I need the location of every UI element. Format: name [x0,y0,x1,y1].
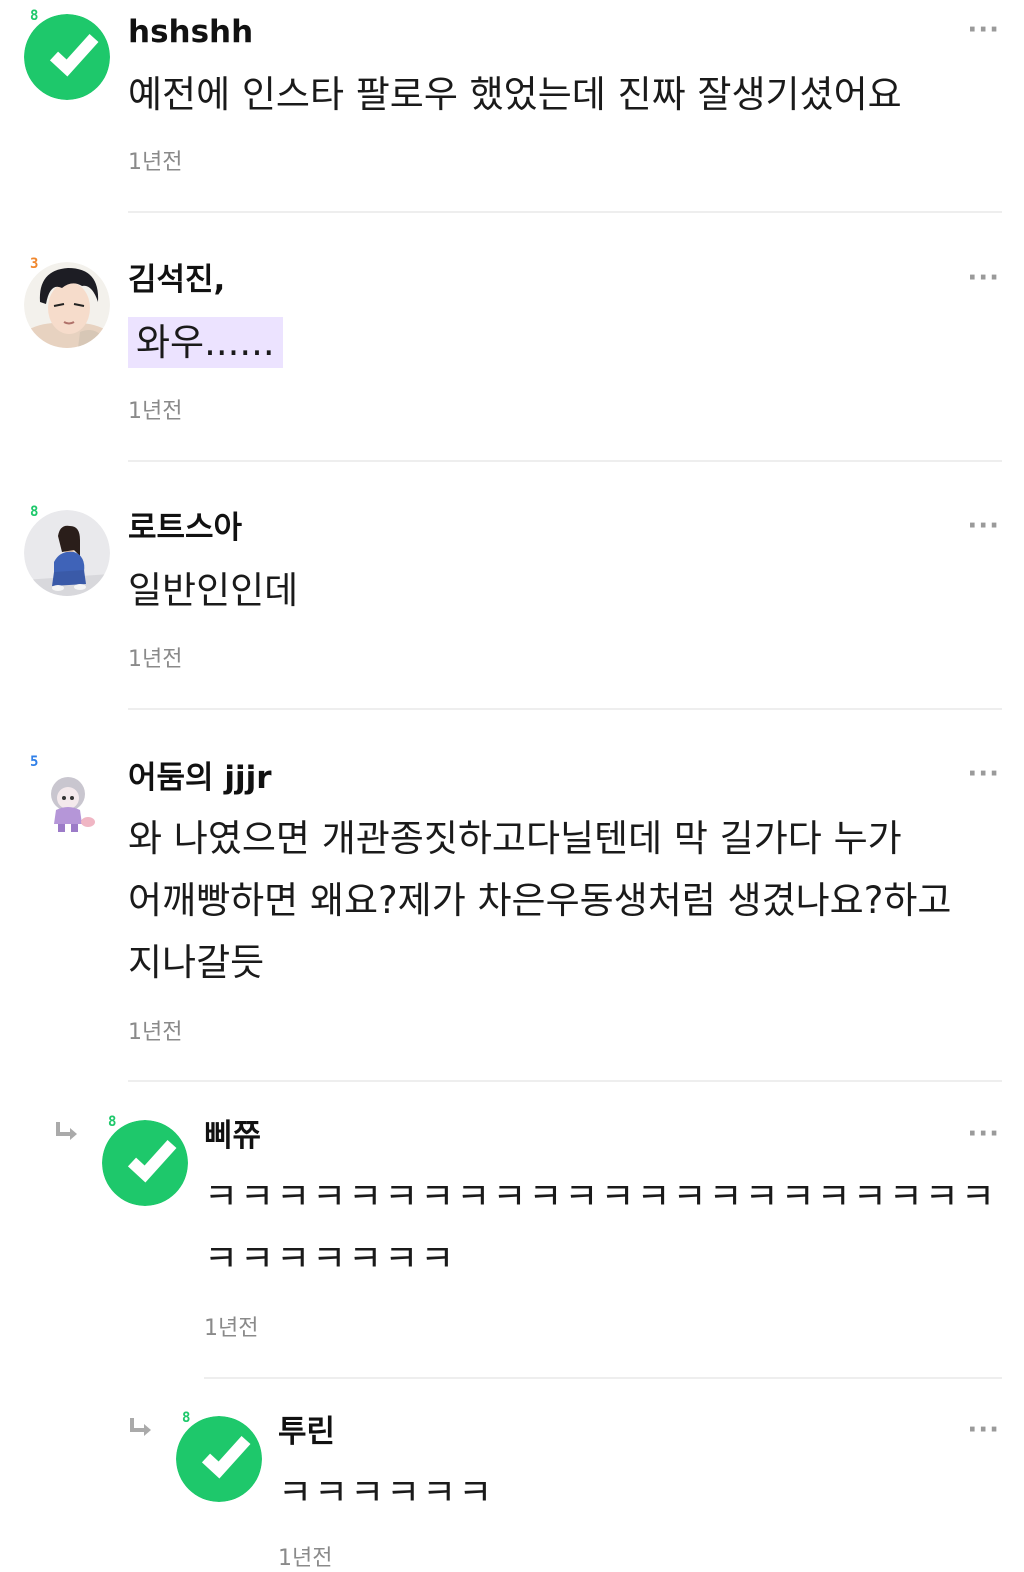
level-badge: 8 [108,1114,117,1130]
comment-time: 1년전 [128,647,183,672]
level-badge: 8 [30,504,39,520]
reply-text: ㅋㅋㅋㅋㅋㅋ [278,1462,998,1524]
reply-text: ㅋㅋㅋㅋㅋㅋㅋㅋㅋㅋㅋㅋㅋㅋㅋㅋㅋㅋㅋㅋㅋㅋ ㅋㅋㅋㅋㅋㅋㅋ [204,1166,997,1290]
comment-author[interactable]: hshshh [128,14,253,50]
more-options-icon[interactable]: ··· [967,1417,1000,1443]
green-default-avatar-icon [176,1416,262,1502]
avatar[interactable]: 8 [24,504,110,596]
level-badge: 8 [182,1410,191,1426]
comment-text-content: 와 나였으면 개관종짓하고다닐텐데 막 길가다 누가 어깨빵하면 왜요?제가 차… [128,817,952,984]
divider [128,460,1002,462]
character-figure-avatar-icon [24,760,110,846]
avatar[interactable]: 8 [24,8,110,100]
reply-text-content: ㅋㅋㅋㅋㅋㅋ [278,1471,495,1514]
comment-text: 와 나였으면 개관종짓하고다닐텐데 막 길가다 누가 어깨빵하면 왜요?제가 차… [128,808,1000,994]
avatar[interactable]: 3 [24,256,110,348]
comment-time: 1년전 [128,1020,183,1045]
reply-author[interactable]: 삐쮸 [204,1118,261,1154]
level-badge: 8 [30,8,39,24]
reply-text-content: ㅋㅋㅋㅋㅋㅋㅋㅋㅋㅋㅋㅋㅋㅋㅋㅋㅋㅋㅋㅋㅋㅋ ㅋㅋㅋㅋㅋㅋㅋ [204,1175,997,1280]
more-options-icon[interactable]: ··· [967,513,1000,539]
avatar[interactable]: 5 [24,754,110,846]
comment-text: 예전에 인스타 팔로우 했었는데 진짜 잘생기셨어요 [128,64,998,126]
comment-time: 1년전 [128,399,183,424]
green-default-avatar-icon [24,14,110,100]
avatar[interactable]: 8 [102,1114,188,1206]
comment-author[interactable]: 로트스아 [128,510,242,546]
photo-person-avatar-icon [24,510,110,596]
comment-text-content: 와우...... [128,317,283,368]
more-options-icon[interactable]: ··· [967,265,1000,291]
reply-author[interactable]: 투린 [278,1414,335,1450]
divider [128,211,1002,213]
more-options-icon[interactable]: ··· [967,17,1000,43]
more-options-icon[interactable]: ··· [967,761,1000,787]
level-badge: 3 [30,256,39,272]
comment-text-content: 예전에 인스타 팔로우 했었는데 진짜 잘생기셨어요 [128,73,902,116]
anime-boy-avatar-icon [24,262,110,348]
comment-text-content: 일반인인데 [128,569,299,612]
more-options-icon[interactable]: ··· [967,1121,1000,1147]
comment-author[interactable]: 김석진, [128,262,225,298]
reply-time: 1년전 [204,1316,259,1341]
comment-text: 와우...... [128,312,998,374]
divider [204,1377,1002,1379]
divider [128,708,1002,710]
comment-time: 1년전 [128,150,183,175]
comment-author[interactable]: 어둠의 jjjr [128,760,272,796]
reply-time: 1년전 [278,1546,333,1571]
green-default-avatar-icon [102,1120,188,1206]
reply-arrow-icon [130,1418,151,1436]
level-badge: 5 [30,754,39,770]
comment-text: 일반인인데 [128,560,998,622]
reply-arrow-icon [56,1122,77,1140]
avatar[interactable]: 8 [176,1410,262,1502]
divider [128,1080,1002,1082]
